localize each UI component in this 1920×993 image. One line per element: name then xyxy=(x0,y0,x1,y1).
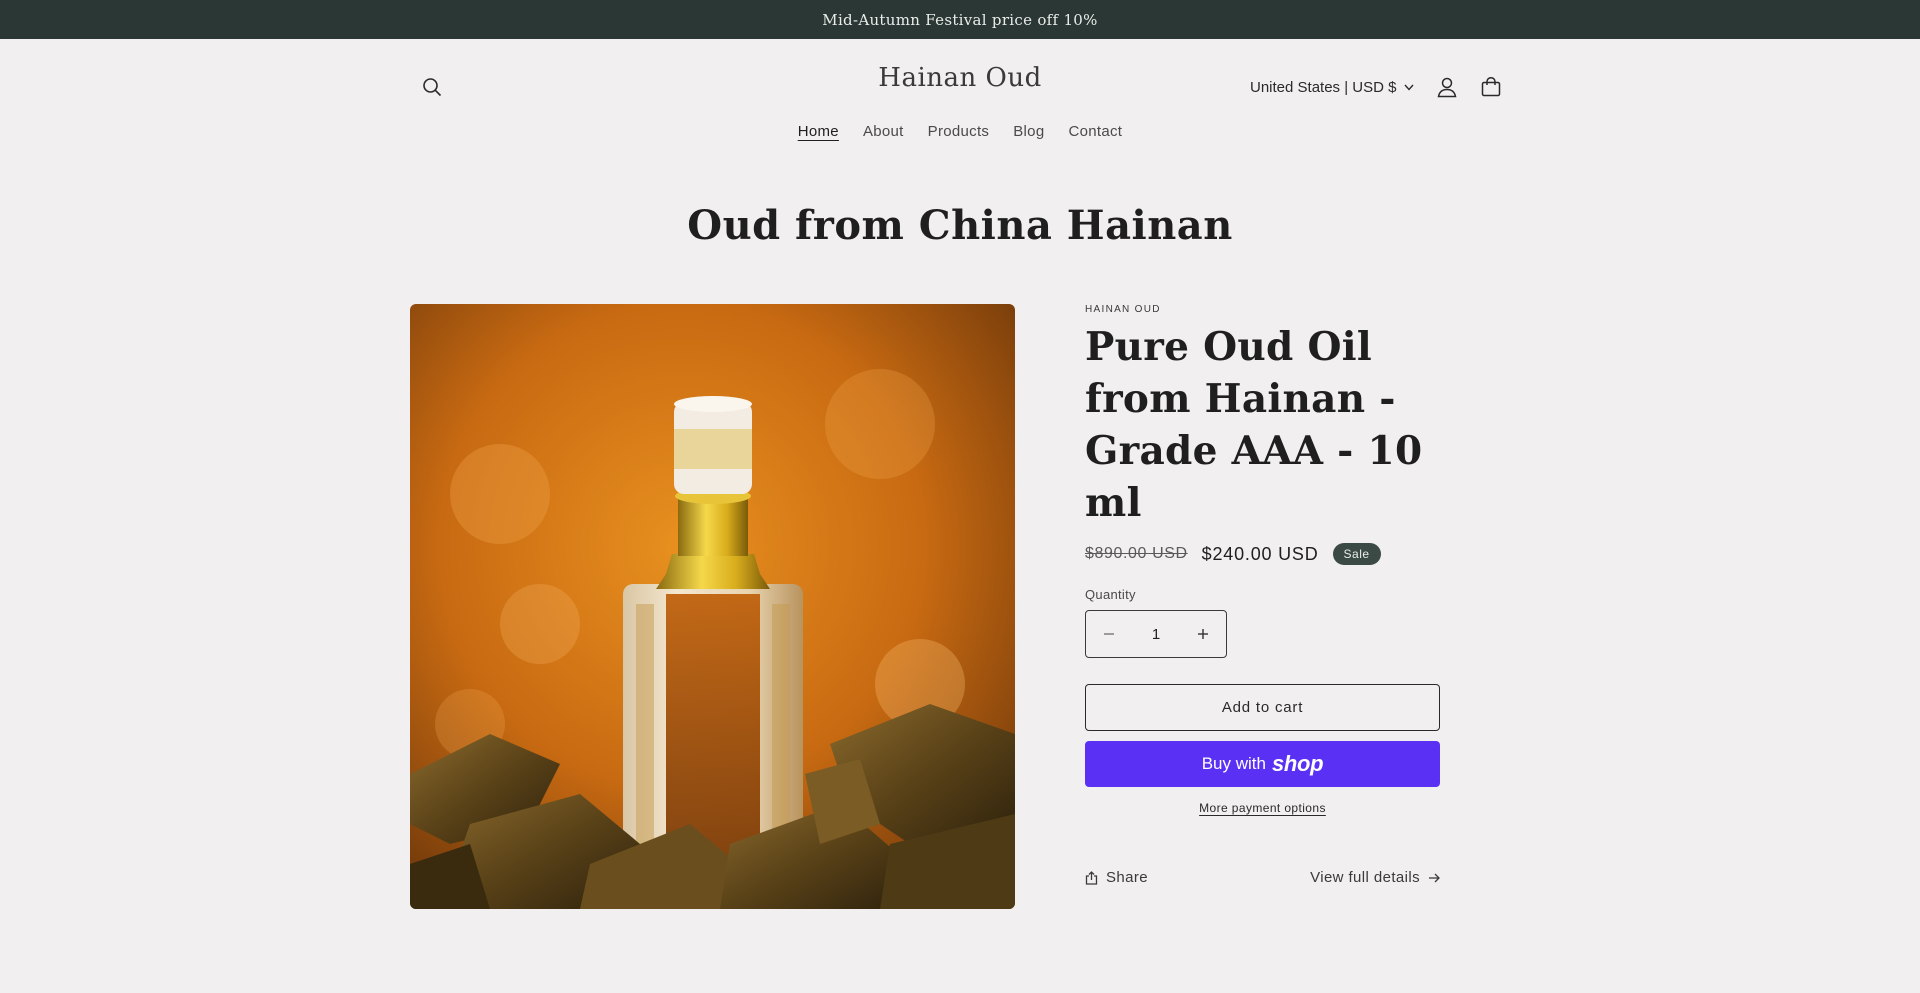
product-title: Pure Oud Oil from Hainan - Grade AAA - 1… xyxy=(1085,324,1423,526)
main-navigation: Home About Products Blog Contact xyxy=(0,123,1920,140)
account-icon xyxy=(1437,77,1457,98)
nav-item-about[interactable]: About xyxy=(863,123,904,140)
shop-pay-logo: shop xyxy=(1271,751,1324,776)
currency-label: United States | USD $ xyxy=(1250,78,1397,96)
product-actions-row: Share View full details xyxy=(1085,869,1440,886)
oud-oil-bottle-photo xyxy=(410,304,1015,909)
buy-with-shop-button[interactable]: Buy with shop xyxy=(1085,741,1440,787)
sale-price: $240.00 USD xyxy=(1201,543,1319,564)
quantity-increase-button[interactable] xyxy=(1180,611,1226,657)
product-info: HAINAN OUD Pure Oud Oil from Hainan - Gr… xyxy=(1085,304,1440,886)
search-icon xyxy=(423,78,442,97)
quantity-stepper: 1 xyxy=(1085,610,1227,658)
chevron-down-icon xyxy=(1404,84,1414,91)
sale-badge: Sale xyxy=(1332,543,1381,565)
share-button[interactable]: Share xyxy=(1085,869,1148,886)
quantity-decrease-button[interactable] xyxy=(1086,611,1132,657)
site-logo[interactable]: Hainan Oud xyxy=(0,63,1920,93)
account-button[interactable] xyxy=(1425,65,1469,109)
buy-with-label: Buy with xyxy=(1201,754,1266,773)
nav-item-products[interactable]: Products xyxy=(928,123,990,140)
view-full-details-link[interactable]: View full details xyxy=(1310,869,1440,886)
share-label: Share xyxy=(1106,869,1149,886)
arrow-right-icon xyxy=(1429,873,1440,882)
cart-button[interactable] xyxy=(1469,65,1513,109)
plus-icon xyxy=(1198,629,1208,639)
product-image[interactable] xyxy=(410,304,1015,909)
search-button[interactable] xyxy=(410,65,454,109)
nav-item-blog[interactable]: Blog xyxy=(1013,123,1044,140)
regular-price: $890.00 USD xyxy=(1085,545,1188,562)
nav-item-home[interactable]: Home xyxy=(798,123,839,140)
share-icon xyxy=(1085,870,1098,885)
announcement-bar: Mid-Autumn Festival price off 10% xyxy=(0,0,1920,39)
country-currency-selector[interactable]: United States | USD $ xyxy=(1250,69,1414,105)
minus-icon xyxy=(1104,633,1114,635)
cart-icon xyxy=(1481,77,1501,97)
site-header: Hainan Oud United States | USD $ Home Ab… xyxy=(0,39,1920,159)
quantity-input[interactable]: 1 xyxy=(1132,626,1180,643)
nav-item-contact[interactable]: Contact xyxy=(1068,123,1122,140)
price-row: $890.00 USD $240.00 USD Sale xyxy=(1085,543,1440,565)
more-payment-options-link[interactable]: More payment options xyxy=(1085,801,1440,815)
product-vendor: HAINAN OUD xyxy=(1085,304,1161,315)
section-title: Oud from China Hainan xyxy=(687,202,1233,249)
view-details-label: View full details xyxy=(1310,869,1420,886)
quantity-label: Quantity xyxy=(1085,587,1136,602)
announcement-text: Mid-Autumn Festival price off 10% xyxy=(822,10,1098,29)
add-to-cart-button[interactable]: Add to cart xyxy=(1085,684,1440,731)
